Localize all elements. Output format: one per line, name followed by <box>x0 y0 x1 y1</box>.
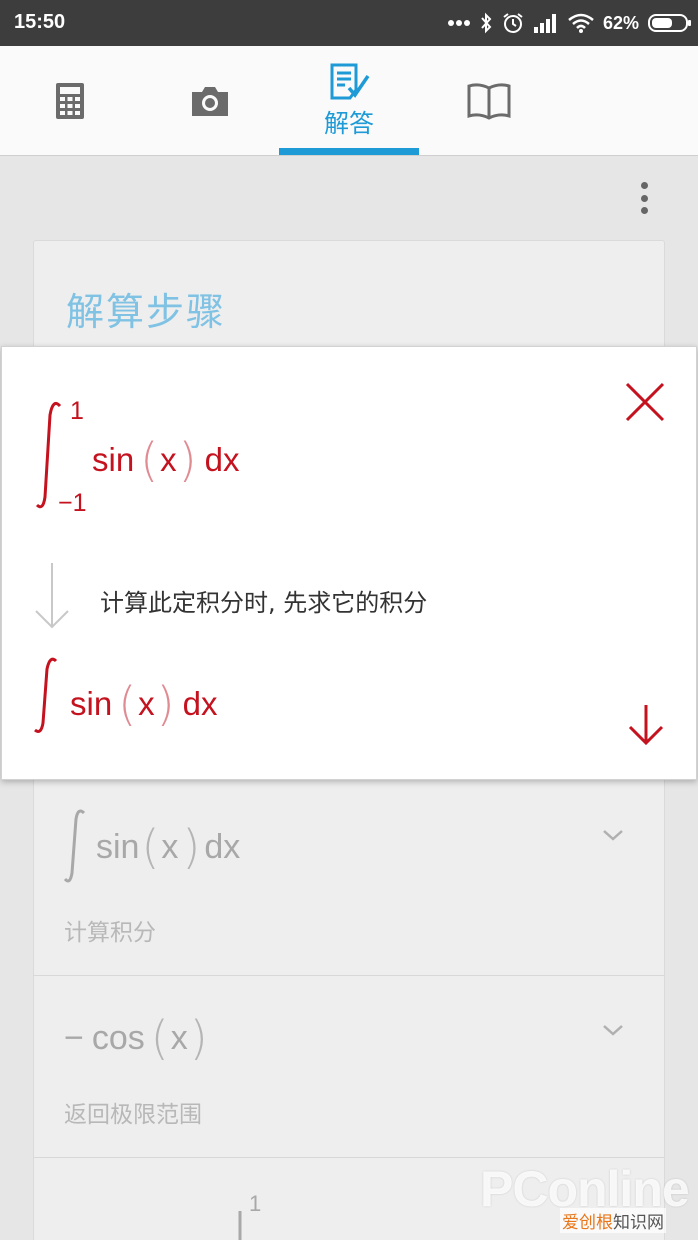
battery-icon <box>648 14 691 32</box>
integral-func: sin <box>92 441 135 478</box>
step-1-dx: dx <box>204 827 241 866</box>
active-tab-indicator <box>279 148 419 155</box>
arrow-down-icon <box>35 563 69 629</box>
card-title: 解算步骤 <box>66 290 227 334</box>
tab-calculator[interactable] <box>0 46 140 156</box>
integral-sign-icon <box>34 657 58 733</box>
paren-close: ) <box>156 677 175 731</box>
integral-lower-limit: −1 <box>58 489 87 517</box>
definite-integral: 1 −1 sin ( x ) dx <box>34 397 294 527</box>
more-dots-icon <box>447 20 470 26</box>
step-explanation: 计算此定积分时, 先求它的积分 <box>100 589 428 617</box>
result-dx: dx <box>182 685 218 722</box>
camera-icon <box>192 87 228 116</box>
status-bar: 15:50 62% <box>0 0 698 46</box>
battery-percent: 62% <box>602 12 639 33</box>
battery-level-fill <box>652 18 672 28</box>
bluetooth-icon <box>481 12 492 34</box>
evaluation-bar-icon <box>238 1211 242 1240</box>
book-icon <box>467 83 511 120</box>
paren-close: ) <box>178 433 197 487</box>
step-1-math[interactable]: sin ( x ) dx <box>64 809 240 885</box>
paren-open: ( <box>118 677 137 731</box>
paren-close: ) <box>182 820 201 874</box>
step-2-prefix: − <box>64 1018 84 1057</box>
overflow-menu-icon[interactable] <box>634 180 654 216</box>
chevron-down-icon[interactable] <box>602 824 624 846</box>
step-2-math[interactable]: − cos ( x ) <box>64 1011 210 1065</box>
chevron-down-icon[interactable] <box>602 1019 624 1041</box>
arrow-down-icon[interactable] <box>624 703 668 747</box>
paren-close: ) <box>189 1011 208 1065</box>
result-var: x <box>138 685 155 722</box>
step-2-description: 返回极限范围 <box>64 1102 202 1128</box>
close-icon[interactable] <box>624 381 666 423</box>
step-2-func: cos <box>91 1018 145 1057</box>
integral-dx: dx <box>204 441 240 478</box>
step-divider <box>34 975 664 976</box>
integral-sign-icon <box>64 809 86 883</box>
step-detail-popup: 1 −1 sin ( x ) dx 计算此定积分时, 先求它的积分 sin ( … <box>1 346 697 780</box>
step-1-func: sin <box>96 827 140 866</box>
result-func: sin <box>70 685 113 722</box>
step-1-description: 计算积分 <box>64 920 156 946</box>
status-time: 15:50 <box>14 11 66 33</box>
tab-camera[interactable] <box>140 46 280 156</box>
step-3-math[interactable]: 1 <box>154 1191 274 1240</box>
paren-open: ( <box>141 820 160 874</box>
wifi-icon <box>568 13 594 33</box>
watermark-site: 爱创根知识网 <box>560 1208 666 1233</box>
signal-icon <box>533 14 556 33</box>
step-1-var: x <box>161 827 179 866</box>
tab-solution-label: 解答 <box>323 109 374 138</box>
paren-open: ( <box>150 1011 169 1065</box>
alarm-icon <box>503 13 523 33</box>
step-2-var: x <box>170 1018 188 1057</box>
step-3-upper: 1 <box>249 1191 262 1216</box>
paren-open: ( <box>140 433 159 487</box>
tab-solution[interactable]: 解答 <box>279 46 419 156</box>
solution-icon <box>330 63 370 100</box>
integral-upper-limit: 1 <box>70 397 84 425</box>
tab-book[interactable] <box>419 46 559 156</box>
indefinite-integral: sin ( x ) dx <box>34 657 294 737</box>
step-divider <box>34 1157 664 1158</box>
integral-var: x <box>160 441 177 478</box>
calculator-icon <box>56 83 84 119</box>
top-toolbar: 解答 <box>0 46 698 156</box>
status-icons: 62% <box>447 9 691 37</box>
